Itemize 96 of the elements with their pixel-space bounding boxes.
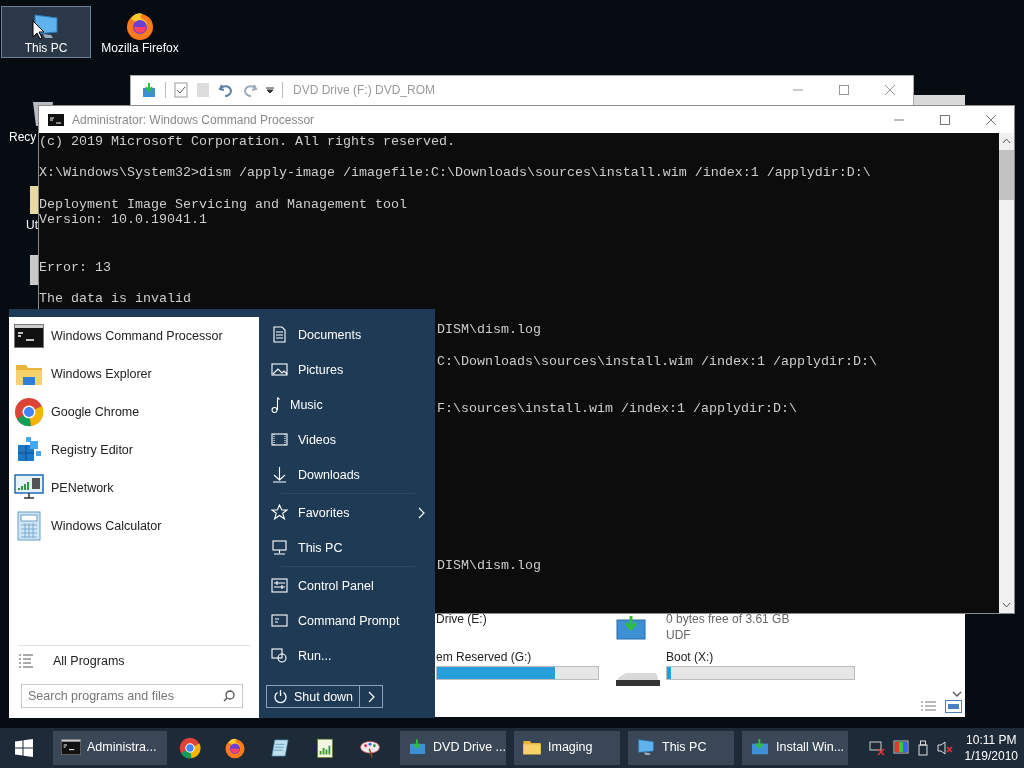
start-menu-link[interactable]: Documents — [271, 317, 425, 352]
console-line: (c) 2019 Microsoft Corporation. All rights reserved. — [39, 134, 455, 149]
command-prompt-icon — [271, 612, 288, 629]
taskbar-button[interactable]: DVD Drive ... — [400, 731, 506, 765]
cursor-icon — [32, 20, 45, 40]
console-line: C:\Downloads\sources\install.wim /index:1 /applydir:D:\ — [437, 353, 877, 369]
desktop-icon-label: Ut — [26, 218, 38, 232]
start-menu-link[interactable]: Music — [271, 387, 425, 422]
start-menu-link[interactable]: Run... — [271, 638, 425, 673]
drive-setup-icon — [750, 737, 770, 757]
taskbar-button[interactable]: Imaging — [514, 731, 620, 765]
notepad-icon — [268, 737, 291, 759]
desktop-shortcut[interactable]: Mozilla Firefox — [95, 6, 185, 58]
start-menu-link[interactable]: Downloads — [271, 457, 425, 492]
desktop-icon-label: Recy — [9, 130, 37, 144]
star-icon — [271, 504, 288, 521]
list-icon — [18, 654, 34, 668]
start-menu-link[interactable]: Favorites — [271, 495, 425, 530]
start-menu-link[interactable]: Command Prompt — [271, 603, 425, 638]
chevron-icon — [367, 690, 375, 703]
program-item[interactable]: Registry Editor — [9, 431, 259, 469]
search-field[interactable]: Search programs and files — [21, 684, 243, 708]
start-menu-link[interactable]: Videos — [271, 422, 425, 457]
drive-setup-icon — [408, 737, 428, 757]
run-icon — [271, 647, 288, 664]
maximize-icon[interactable] — [940, 114, 950, 125]
dvd-drive-icon — [616, 616, 646, 640]
taskbar-button[interactable]: Install Win... — [742, 731, 848, 765]
close-icon[interactable] — [885, 85, 895, 95]
document-icon — [271, 326, 288, 343]
drive-name: Boot (X:) — [666, 650, 715, 664]
windows-logo-icon — [15, 739, 33, 757]
drive-detail: UDF — [666, 628, 692, 642]
color-display-icon[interactable] — [892, 740, 909, 756]
taskbar-button[interactable]: Administra... — [53, 731, 167, 765]
all-programs-item[interactable]: All Programs — [18, 645, 250, 676]
window-title: Administrator: Windows Command Processor — [72, 112, 315, 127]
music-note-icon — [271, 396, 280, 413]
program-item[interactable]: Windows Calculator — [9, 507, 259, 545]
close-icon[interactable] — [986, 114, 996, 125]
window-title: DVD Drive (F:) DVD_ROM — [293, 83, 435, 97]
film-icon — [271, 431, 288, 448]
redo-icon[interactable] — [242, 82, 258, 98]
drive-name: em Reserved (G:) — [436, 650, 533, 664]
start-menu-link[interactable]: This PC — [271, 530, 425, 565]
picture-icon — [271, 361, 288, 378]
speaker-muted-icon[interactable] — [936, 740, 953, 756]
program-item[interactable]: PENetwork — [9, 469, 259, 507]
command-prompt-icon — [48, 113, 64, 126]
usb-drive-icon[interactable] — [916, 740, 929, 756]
chrome-icon — [14, 397, 44, 427]
network-error-icon[interactable] — [868, 740, 885, 756]
console-line: Version: 10.0.19041.1 — [39, 212, 207, 228]
down-arrow-icon — [271, 466, 288, 483]
calculator-icon — [14, 511, 44, 541]
command-prompt-icon — [14, 324, 44, 348]
checklist-icon[interactable] — [174, 82, 188, 98]
command-prompt-icon — [61, 739, 81, 755]
computer-icon — [636, 737, 656, 757]
search-icon — [223, 690, 235, 702]
undo-icon[interactable] — [218, 82, 234, 98]
console-line: DISM\dism.log — [437, 322, 541, 338]
firefox-icon — [125, 11, 155, 41]
console-line: Error: 13 — [39, 259, 111, 275]
scrollbar[interactable] — [999, 133, 1014, 613]
drive-name: Drive (E:) — [436, 612, 487, 626]
start-menu-link[interactable]: Pictures — [271, 352, 425, 387]
clock[interactable]: 10:11 PM 1/19/2010 — [964, 732, 1018, 764]
computer-icon — [271, 539, 288, 556]
firefox-icon — [223, 737, 246, 759]
shut-down-options-button[interactable] — [360, 685, 383, 708]
scroll-up-icon[interactable] — [1002, 138, 1011, 144]
console-line: DISM\dism.log — [437, 557, 541, 573]
dropdown-icon[interactable] — [266, 86, 274, 94]
chrome-icon — [178, 737, 201, 759]
program-item[interactable]: Windows Explorer — [9, 355, 259, 393]
program-item[interactable]: Windows Command Processor — [9, 317, 259, 355]
program-item[interactable]: Google Chrome — [9, 393, 259, 431]
console-line: X:\Windows\System32>dism /apply-image /imagefile:C:\Downloads\sources\install.wim /index:1 /applydir:D:\ — [39, 165, 871, 181]
hard-drive-icon — [616, 672, 660, 686]
control-panel-icon — [271, 577, 288, 594]
console-line: Deployment Image Servicing and Management tool — [39, 196, 407, 212]
console-line: F:\sources\install.wim /index:1 /applydir:D:\ — [437, 400, 797, 416]
scroll-down-icon[interactable] — [1002, 602, 1011, 608]
maximize-icon[interactable] — [839, 85, 849, 95]
desktop-shortcut[interactable]: This PC — [1, 6, 91, 58]
console-line: The data is invalid — [39, 290, 191, 306]
tiles-view-icon[interactable] — [945, 700, 962, 713]
scroll-down-icon[interactable] — [952, 691, 962, 698]
power-icon — [273, 689, 288, 704]
start-menu-link[interactable]: Control Panel — [271, 568, 425, 603]
drive-detail: 0 bytes free of 3.61 GB — [666, 612, 790, 626]
taskbar-button[interactable]: This PC — [628, 731, 734, 765]
scroll-thumb[interactable] — [999, 150, 1014, 200]
properties-icon[interactable] — [141, 82, 157, 98]
shut-down-button[interactable]: Shut down — [266, 685, 360, 708]
